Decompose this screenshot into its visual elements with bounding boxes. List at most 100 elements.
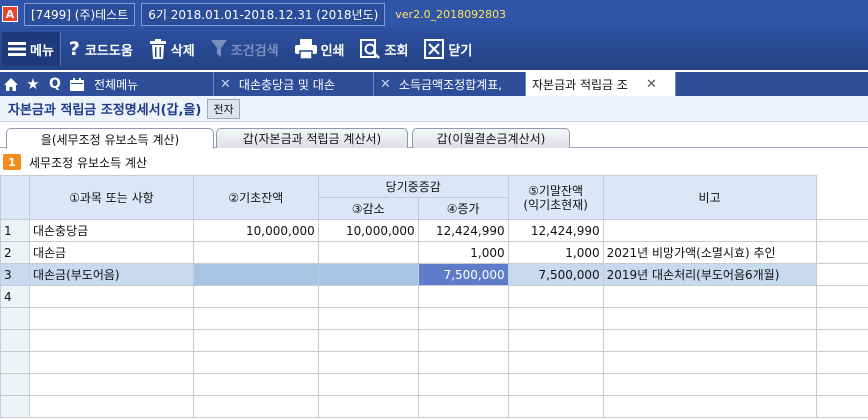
close-button[interactable]: 닫기: [416, 32, 480, 66]
increase-cell[interactable]: [417, 373, 509, 396]
note-cell[interactable]: 2019년 대손처리(부도어음6개월): [602, 263, 817, 286]
begin-cell[interactable]: [192, 285, 319, 308]
empty-row[interactable]: [0, 329, 868, 352]
begin-cell[interactable]: [192, 263, 319, 286]
row-number-header: [0, 175, 30, 220]
note-cell[interactable]: [602, 373, 817, 396]
begin-cell[interactable]: [192, 395, 319, 418]
note-cell[interactable]: [602, 329, 817, 352]
end-cell[interactable]: 1,000: [507, 241, 604, 264]
item-cell[interactable]: [28, 373, 194, 396]
end-balance-sub-label: (익기초현재): [523, 197, 588, 212]
empty-row[interactable]: [0, 351, 868, 374]
end-cell[interactable]: [507, 395, 604, 418]
fiscal-period-label[interactable]: 6기 2018.01.01-2018.12.31 (2018년도): [141, 2, 386, 26]
item-cell[interactable]: [28, 351, 194, 374]
decrease-cell[interactable]: [317, 241, 419, 264]
item-cell[interactable]: [28, 395, 194, 418]
increase-cell[interactable]: [417, 307, 509, 330]
delete-button[interactable]: 삭제: [141, 32, 203, 66]
print-label: 인쇄: [320, 43, 345, 59]
subtab-gap-deficit[interactable]: 갑(이월결손금계산서): [412, 128, 570, 148]
begin-cell[interactable]: [192, 329, 319, 352]
table-row[interactable]: 1 대손충당금 10,000,000 10,000,000 12,424,990…: [0, 219, 868, 242]
star-icon[interactable]: ★: [22, 72, 44, 96]
empty-row[interactable]: [0, 373, 868, 396]
decrease-cell[interactable]: 10,000,000: [317, 219, 419, 242]
end-cell[interactable]: [507, 351, 604, 374]
code-help-label: 코드도움: [84, 43, 133, 59]
item-cell[interactable]: 대손금(부도어음): [28, 263, 194, 286]
home-icon[interactable]: [0, 72, 22, 96]
item-cell[interactable]: 대손금: [28, 241, 194, 264]
end-cell[interactable]: [507, 329, 604, 352]
subtab-eul[interactable]: 을(세무조정 유보소득 계산): [6, 128, 214, 149]
decrease-cell[interactable]: [317, 285, 419, 308]
close-label: 닫기: [448, 43, 473, 59]
begin-cell[interactable]: [192, 373, 319, 396]
tab-all-menu[interactable]: 전체메뉴: [88, 72, 214, 96]
end-cell[interactable]: 12,424,990: [507, 219, 604, 242]
table-row[interactable]: 2 대손금 1,000 1,000 2021년 비망가액(소멸시효) 추인: [0, 241, 868, 264]
quick-search-icon[interactable]: Q: [44, 72, 66, 96]
row-number: [0, 329, 30, 352]
increase-cell[interactable]: 12,424,990: [417, 219, 509, 242]
electronic-button[interactable]: 전자: [207, 98, 240, 119]
begin-cell[interactable]: [192, 307, 319, 330]
item-cell[interactable]: [28, 329, 194, 352]
decrease-cell[interactable]: [317, 373, 419, 396]
increase-cell[interactable]: [417, 285, 509, 308]
begin-cell[interactable]: [192, 241, 319, 264]
tab-income-adjustment[interactable]: ✕ 소득금액조정합계표,: [374, 72, 526, 96]
increase-cell-focused[interactable]: 7,500,000: [417, 263, 509, 286]
menu-button[interactable]: 메뉴: [2, 32, 61, 66]
decrease-cell[interactable]: [317, 263, 419, 286]
table-row-selected[interactable]: 3 대손금(부도어음) 7,500,000 7,500,000 2019년 대손…: [0, 263, 868, 286]
note-cell[interactable]: [602, 285, 817, 308]
decrease-cell[interactable]: [317, 351, 419, 374]
search-button[interactable]: 조회: [352, 32, 416, 66]
begin-cell[interactable]: 10,000,000: [192, 219, 319, 242]
row-number: [0, 395, 30, 418]
end-cell[interactable]: 7,500,000: [507, 263, 604, 286]
end-cell[interactable]: [507, 307, 604, 330]
increase-cell[interactable]: [417, 395, 509, 418]
note-cell[interactable]: 2021년 비망가액(소멸시효) 추인: [602, 241, 817, 264]
increase-cell[interactable]: [417, 351, 509, 374]
tab-bad-debt-allowance[interactable]: ✕ 대손충당금 및 대손: [214, 72, 374, 96]
item-cell[interactable]: 대손충당금: [28, 219, 194, 242]
note-header: 비고: [602, 175, 817, 220]
end-cell[interactable]: [507, 373, 604, 396]
section-number-badge: 1: [3, 154, 21, 170]
company-label[interactable]: [7499] (주)테스트: [24, 2, 136, 26]
increase-cell[interactable]: 1,000: [417, 241, 509, 264]
note-cell[interactable]: [602, 351, 817, 374]
print-button[interactable]: 인쇄: [287, 32, 353, 66]
tab-close-icon[interactable]: ✕: [380, 77, 391, 92]
end-cell[interactable]: [507, 285, 604, 308]
app-logo-icon: A: [2, 6, 18, 22]
subtab-gap-capital[interactable]: 갑(자본금과 적립금 계산서): [216, 128, 408, 148]
decrease-cell[interactable]: [317, 307, 419, 330]
blank-header: [815, 175, 868, 220]
calendar-icon[interactable]: [66, 72, 88, 96]
decrease-cell[interactable]: [317, 395, 419, 418]
item-header: ①과목 또는 사항: [28, 175, 194, 220]
decrease-cell[interactable]: [317, 329, 419, 352]
empty-row[interactable]: [0, 307, 868, 330]
increase-cell[interactable]: [417, 329, 509, 352]
tab-close-icon[interactable]: ✕: [646, 77, 657, 92]
item-cell[interactable]: [28, 307, 194, 330]
all-menu-label: 전체메뉴: [94, 77, 139, 92]
note-cell[interactable]: [602, 395, 817, 418]
begin-cell[interactable]: [192, 351, 319, 374]
note-cell[interactable]: [602, 219, 817, 242]
note-cell[interactable]: [602, 307, 817, 330]
empty-row[interactable]: [0, 395, 868, 418]
code-help-button[interactable]: ? 코드도움: [61, 32, 141, 66]
item-cell[interactable]: [28, 285, 194, 308]
filter-search-button[interactable]: 조건검색: [203, 32, 287, 66]
tab-capital-reserve[interactable]: 자본금과 적립금 조 ✕: [526, 72, 676, 96]
tab-close-icon[interactable]: ✕: [220, 77, 231, 92]
table-row[interactable]: 4: [0, 285, 868, 308]
